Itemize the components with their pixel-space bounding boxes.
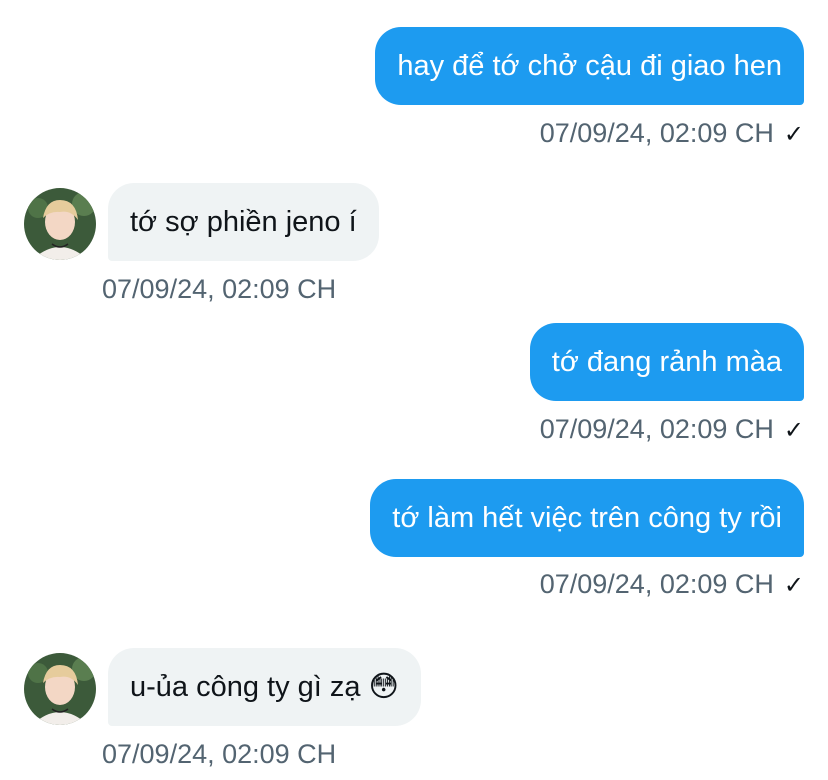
message-timestamp: 07/09/24, 02:09 CH xyxy=(102,274,337,304)
message-timestamp: 07/09/24, 02:09 CH ✓ xyxy=(540,564,804,604)
message-timestamp: 07/09/24, 02:09 CH ✓ xyxy=(540,409,804,449)
avatar-icon[interactable] xyxy=(24,188,96,260)
message-bubble[interactable]: tớ làm hết việc trên công ty rồi xyxy=(370,479,804,557)
message-timestamp: 07/09/24, 02:09 CH ✓ xyxy=(540,113,804,153)
checkmark-icon: ✓ xyxy=(783,417,804,444)
checkmark-icon: ✓ xyxy=(783,121,804,148)
checkmark-icon: ✓ xyxy=(783,572,804,599)
message-bubble[interactable]: hay để tớ chở cậu đi giao hen xyxy=(375,27,804,105)
message-bubble[interactable]: u-ủa công ty gì zạ 😳 xyxy=(108,648,421,726)
timestamp-text: 07/09/24, 02:09 CH xyxy=(539,414,774,444)
avatar-icon[interactable] xyxy=(24,653,96,725)
dm-conversation: { "messages": [ {"direction": "out", "te… xyxy=(0,0,828,780)
message-bubble[interactable]: tớ sợ phiền jeno í xyxy=(108,183,379,261)
timestamp-text: 07/09/24, 02:09 CH xyxy=(539,118,774,148)
message-bubble[interactable]: tớ đang rảnh màa xyxy=(529,323,804,401)
message-timestamp: 07/09/24, 02:09 CH xyxy=(102,739,337,769)
timestamp-text: 07/09/24, 02:09 CH xyxy=(539,569,774,599)
